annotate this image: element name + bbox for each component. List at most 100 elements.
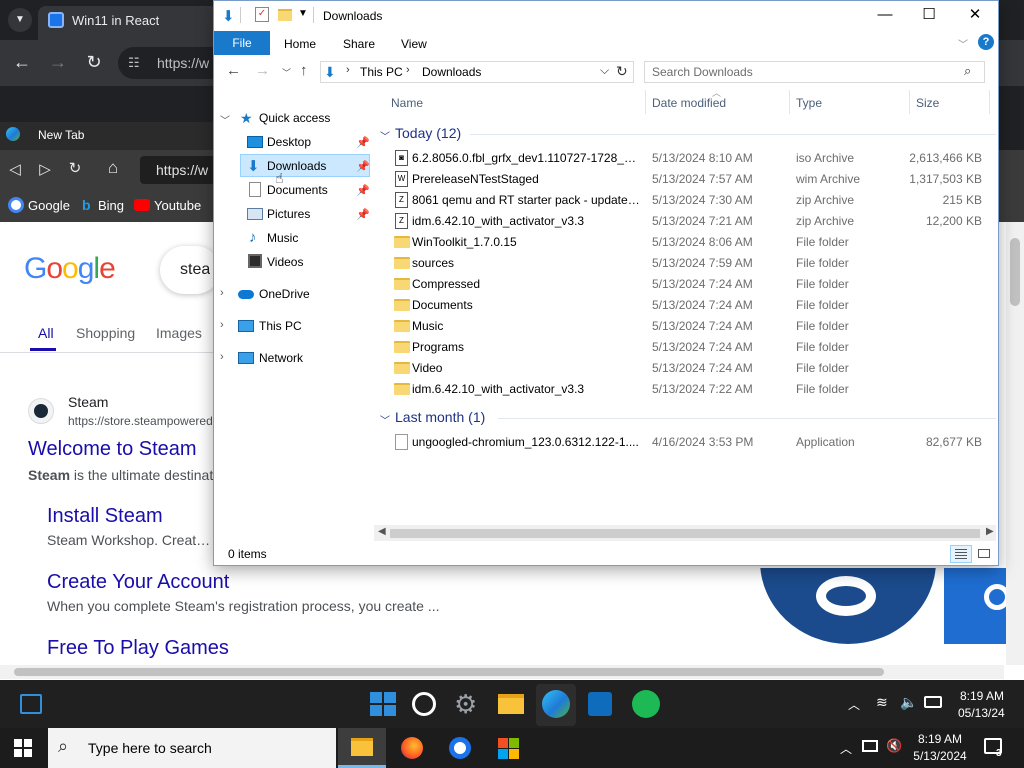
column-divider[interactable] bbox=[645, 90, 646, 114]
column-name[interactable]: Name bbox=[391, 96, 423, 110]
forward-icon[interactable]: ▷ bbox=[34, 160, 56, 178]
nav-videos[interactable]: Videos bbox=[267, 255, 303, 269]
volume-icon[interactable]: 🔈 bbox=[900, 694, 917, 711]
search-icon[interactable]: ⌕ bbox=[964, 63, 971, 79]
back-icon[interactable]: ← bbox=[8, 52, 36, 73]
tab-shopping[interactable]: Shopping bbox=[76, 325, 135, 341]
scrollbar-thumb[interactable] bbox=[390, 529, 980, 538]
customize-toolbar-icon[interactable]: ▼ bbox=[298, 8, 308, 19]
column-type[interactable]: Type bbox=[796, 96, 822, 110]
new-folder-icon[interactable] bbox=[278, 9, 292, 21]
bookmark-youtube[interactable]: Youtube bbox=[154, 198, 201, 213]
win10-clock-time[interactable]: 8:19 AM bbox=[910, 732, 970, 746]
breadcrumb-separator-icon[interactable]: › bbox=[406, 64, 410, 76]
site-info-icon[interactable]: ☷ bbox=[128, 55, 140, 71]
tab-images[interactable]: Images bbox=[156, 325, 202, 341]
bookmark-bing[interactable]: Bing bbox=[98, 198, 124, 213]
network-icon[interactable] bbox=[862, 740, 878, 752]
sitelink-create-account[interactable]: Create Your Account bbox=[47, 571, 229, 594]
home-icon[interactable]: ⌂ bbox=[102, 158, 124, 178]
back-icon[interactable]: ◁ bbox=[4, 160, 26, 178]
file-explorer-icon[interactable] bbox=[498, 694, 524, 714]
firefox-icon[interactable] bbox=[401, 737, 423, 759]
result-title-link[interactable]: Welcome to Steam bbox=[28, 438, 197, 461]
column-divider[interactable] bbox=[789, 90, 790, 114]
collapse-group-icon[interactable]: ﹀ bbox=[380, 412, 390, 427]
sitelink-free-games[interactable]: Free To Play Games bbox=[47, 637, 229, 660]
expand-ribbon-icon[interactable]: ﹀ bbox=[958, 36, 968, 51]
up-icon[interactable]: ↑ bbox=[300, 62, 308, 79]
start-icon[interactable] bbox=[368, 690, 396, 718]
address-dropdown-icon[interactable]: ⌵ bbox=[600, 63, 609, 78]
battery-icon[interactable] bbox=[924, 696, 942, 708]
expand-chevron-icon[interactable]: › bbox=[220, 351, 224, 363]
column-size[interactable]: Size bbox=[916, 96, 939, 110]
group-header[interactable]: Today (12) bbox=[395, 125, 461, 141]
nav-onedrive[interactable]: OneDrive bbox=[259, 287, 310, 301]
steam-logo-image[interactable] bbox=[756, 568, 940, 644]
reload-icon[interactable]: ↻ bbox=[80, 52, 108, 73]
steam-logo-image[interactable] bbox=[944, 568, 1010, 644]
show-hidden-icons-icon[interactable]: ︿ bbox=[840, 740, 852, 757]
nav-music[interactable]: Music bbox=[267, 231, 298, 245]
search-icon[interactable] bbox=[412, 692, 436, 716]
settings-gear-icon[interactable]: ⚙ bbox=[454, 690, 482, 718]
win11-clock-time[interactable]: 8:19 AM bbox=[958, 689, 1004, 703]
breadcrumb-separator-icon[interactable]: › bbox=[346, 64, 350, 76]
google-logo[interactable]: Google bbox=[24, 252, 116, 286]
close-icon[interactable]: ✕ bbox=[952, 4, 998, 26]
breadcrumb-downloads[interactable]: Downloads bbox=[422, 65, 481, 79]
tab-file[interactable]: File bbox=[214, 31, 270, 55]
collapse-chevron-icon[interactable]: ﹀ bbox=[220, 112, 230, 127]
file-explorer-icon[interactable] bbox=[351, 738, 373, 756]
tab-search-button[interactable]: ▼ bbox=[8, 8, 32, 32]
reload-icon[interactable]: ↻ bbox=[64, 159, 86, 177]
breadcrumb-thispc[interactable]: This PC bbox=[360, 65, 403, 79]
edge-tab[interactable] bbox=[0, 122, 214, 150]
nav-pictures[interactable]: Pictures bbox=[267, 207, 310, 221]
tab-share[interactable]: Share bbox=[343, 37, 375, 51]
win11-app-icon[interactable] bbox=[498, 738, 519, 759]
store-icon[interactable] bbox=[588, 692, 612, 716]
maximize-icon[interactable]: ☐ bbox=[906, 4, 952, 26]
nav-quick-access[interactable]: Quick access bbox=[259, 111, 330, 125]
nav-network[interactable]: Network bbox=[259, 351, 303, 365]
properties-icon[interactable]: ✓ bbox=[255, 7, 269, 22]
bookmark-google[interactable]: Google bbox=[28, 198, 70, 213]
column-divider[interactable] bbox=[989, 90, 990, 114]
recent-locations-icon[interactable]: ﹀ bbox=[282, 66, 291, 79]
windows-start-icon[interactable] bbox=[14, 739, 32, 757]
help-icon[interactable]: ? bbox=[978, 34, 994, 50]
tab-view[interactable]: View bbox=[401, 37, 427, 51]
scroll-left-icon[interactable]: ◀ bbox=[378, 526, 386, 537]
volume-muted-icon[interactable]: 🔇 bbox=[886, 738, 902, 754]
refresh-icon[interactable]: ↻ bbox=[616, 63, 628, 80]
expand-chevron-icon[interactable]: › bbox=[220, 319, 224, 331]
forward-icon[interactable]: → bbox=[44, 52, 72, 73]
win11-clock-date[interactable]: 05/13/24 bbox=[958, 706, 1005, 720]
scroll-right-icon[interactable]: ▶ bbox=[986, 526, 994, 537]
expand-chevron-icon[interactable]: › bbox=[220, 287, 224, 299]
edge-icon[interactable] bbox=[542, 690, 570, 718]
back-icon[interactable]: ← bbox=[226, 62, 241, 79]
spotify-icon[interactable] bbox=[632, 690, 660, 718]
tab-home[interactable]: Home bbox=[284, 37, 316, 51]
nav-thispc[interactable]: This PC bbox=[259, 319, 302, 333]
column-divider[interactable] bbox=[909, 90, 910, 114]
wifi-icon[interactable]: ≋ bbox=[876, 694, 888, 711]
widgets-icon[interactable] bbox=[20, 694, 42, 714]
large-icons-view-icon[interactable] bbox=[976, 547, 992, 561]
show-hidden-icons-icon[interactable]: ︿ bbox=[848, 696, 860, 713]
sitelink-install-steam[interactable]: Install Steam bbox=[47, 505, 163, 528]
scrollbar-thumb[interactable] bbox=[14, 668, 884, 676]
details-view-icon[interactable] bbox=[950, 545, 972, 563]
group-header[interactable]: Last month (1) bbox=[395, 409, 485, 425]
collapse-group-icon[interactable]: ﹀ bbox=[380, 128, 390, 143]
tab-all[interactable]: All bbox=[38, 325, 54, 341]
nav-desktop[interactable]: Desktop bbox=[267, 135, 311, 149]
forward-icon[interactable]: → bbox=[255, 62, 270, 79]
win10-clock-date[interactable]: 5/13/2024 bbox=[910, 749, 970, 763]
column-date-modified[interactable]: Date modified bbox=[652, 96, 726, 110]
chrome-icon[interactable] bbox=[449, 737, 471, 759]
scrollbar-thumb[interactable] bbox=[1010, 238, 1020, 306]
